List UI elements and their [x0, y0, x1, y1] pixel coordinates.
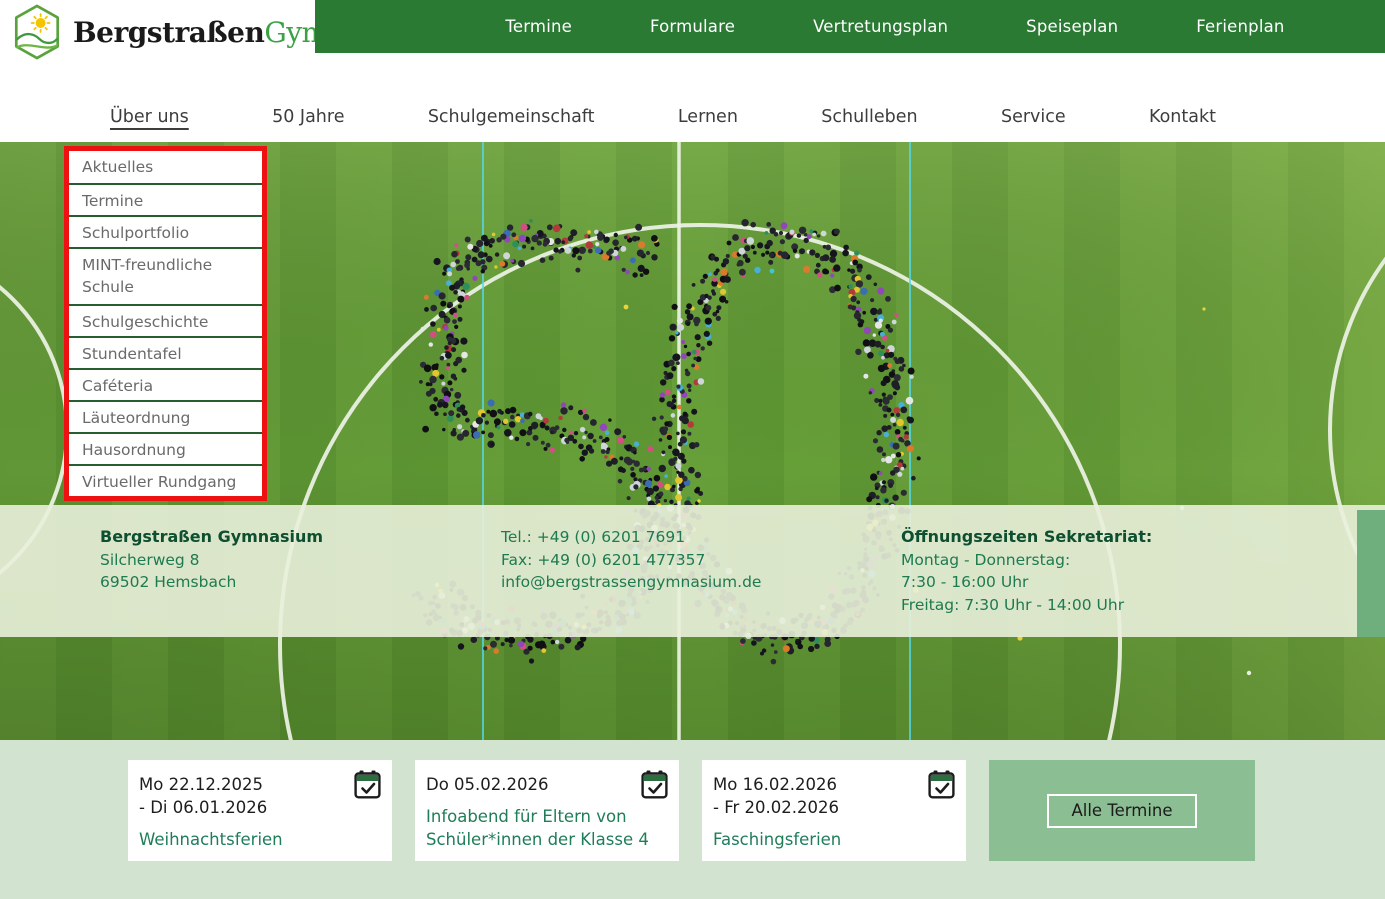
- event-card[interactable]: Do 05.02.2026 Infoabend für Eltern von S…: [415, 760, 679, 861]
- contact-details-block: Tel.: +49 (0) 6201 7691 Fax: +49 (0) 620…: [501, 526, 761, 594]
- quick-nav-formulare[interactable]: Formulare: [650, 17, 735, 36]
- calendar-check-icon: [354, 770, 381, 799]
- quick-nav-bar: Termine Formulare Vertretungsplan Speise…: [315, 0, 1385, 53]
- dropdown-item-hausordnung[interactable]: Hausordnung: [69, 432, 262, 464]
- dropdown-item-schulgeschichte[interactable]: Schulgeschichte: [69, 304, 262, 336]
- office-hours-title: Öffnungszeiten Sekretariat:: [901, 526, 1152, 549]
- event-card[interactable]: Mo 22.12.2025 - Di 06.01.2026 Weihnachts…: [128, 760, 392, 861]
- phone-number: Tel.: +49 (0) 6201 7691: [501, 526, 761, 549]
- site-header: BergstraßenGymnasium Termine Formulare V…: [0, 0, 1385, 142]
- main-nav-lernen[interactable]: Lernen: [678, 107, 738, 127]
- main-nav-service[interactable]: Service: [1001, 107, 1066, 127]
- carousel-next-strip[interactable]: [1357, 510, 1385, 637]
- main-nav-bar: Über uns 50 Jahre Schulgemeinschaft Lern…: [110, 94, 1216, 140]
- dropdown-item-laeuteordnung[interactable]: Läuteordnung: [69, 400, 262, 432]
- calendar-check-icon: [928, 770, 955, 799]
- quick-nav-termine[interactable]: Termine: [505, 17, 572, 36]
- fax-number: Fax: +49 (0) 6201 477357: [501, 549, 761, 572]
- main-nav-schulleben[interactable]: Schulleben: [821, 107, 917, 127]
- main-nav-50-jahre[interactable]: 50 Jahre: [272, 107, 344, 127]
- office-hours-block: Öffnungszeiten Sekretariat: Montag - Don…: [901, 526, 1152, 616]
- dropdown-item-schulportfolio[interactable]: Schulportfolio: [69, 215, 262, 247]
- dropdown-item-mint-freundliche-schule[interactable]: MINT-freundliche Schule: [69, 247, 262, 304]
- event-date: Mo 16.02.2026 - Fr 20.02.2026: [713, 773, 928, 819]
- calendar-check-icon: [641, 770, 668, 799]
- dropdown-item-cafeteria[interactable]: Caféteria: [69, 368, 262, 400]
- quick-nav-ferienplan[interactable]: Ferienplan: [1196, 17, 1284, 36]
- ueber-uns-dropdown-menu: Aktuelles Termine Schulportfolio MINT-fr…: [69, 151, 262, 496]
- all-events-card: Alle Termine: [989, 760, 1255, 861]
- quick-nav-vertretungsplan[interactable]: Vertretungsplan: [813, 17, 948, 36]
- main-nav-ueber-uns[interactable]: Über uns: [110, 107, 189, 127]
- event-cards-row: Mo 22.12.2025 - Di 06.01.2026 Weihnachts…: [128, 760, 1255, 861]
- highlight-box: Aktuelles Termine Schulportfolio MINT-fr…: [64, 146, 267, 501]
- upcoming-events-section: Mo 22.12.2025 - Di 06.01.2026 Weihnachts…: [0, 740, 1385, 899]
- office-hours-line: Freitag: 7:30 Uhr - 14:00 Uhr: [901, 594, 1152, 617]
- school-name: Bergstraßen Gymnasium: [100, 526, 323, 549]
- event-date: Do 05.02.2026: [426, 773, 641, 796]
- email-link[interactable]: info@bergstrassengymnasium.de: [501, 573, 761, 591]
- event-title[interactable]: Weihnachtsferien: [139, 828, 377, 851]
- event-title[interactable]: Infoabend für Eltern von Schüler*innen d…: [426, 805, 664, 851]
- dropdown-item-stundentafel[interactable]: Stundentafel: [69, 336, 262, 368]
- event-card[interactable]: Mo 16.02.2026 - Fr 20.02.2026 Faschingsf…: [702, 760, 966, 861]
- school-street: Silcherweg 8: [100, 549, 323, 572]
- event-title[interactable]: Faschingsferien: [713, 828, 951, 851]
- main-nav-kontakt[interactable]: Kontakt: [1149, 107, 1216, 127]
- event-date: Mo 22.12.2025 - Di 06.01.2026: [139, 773, 354, 819]
- contact-info-bar: Bergstraßen Gymnasium Silcherweg 8 69502…: [0, 505, 1385, 637]
- dropdown-item-termine[interactable]: Termine: [69, 183, 262, 215]
- school-city: 69502 Hemsbach: [100, 571, 323, 594]
- office-hours-line: 7:30 - 16:00 Uhr: [901, 571, 1152, 594]
- dropdown-item-aktuelles[interactable]: Aktuelles: [69, 151, 262, 183]
- school-logo-icon: [10, 3, 64, 61]
- quick-nav-speiseplan[interactable]: Speiseplan: [1026, 17, 1118, 36]
- school-address-block: Bergstraßen Gymnasium Silcherweg 8 69502…: [100, 526, 323, 594]
- main-nav-schulgemeinschaft[interactable]: Schulgemeinschaft: [428, 107, 595, 127]
- dropdown-item-virtueller-rundgang[interactable]: Virtueller Rundgang: [69, 464, 262, 496]
- all-events-button[interactable]: Alle Termine: [1047, 794, 1196, 828]
- office-hours-line: Montag - Donnerstag:: [901, 549, 1152, 572]
